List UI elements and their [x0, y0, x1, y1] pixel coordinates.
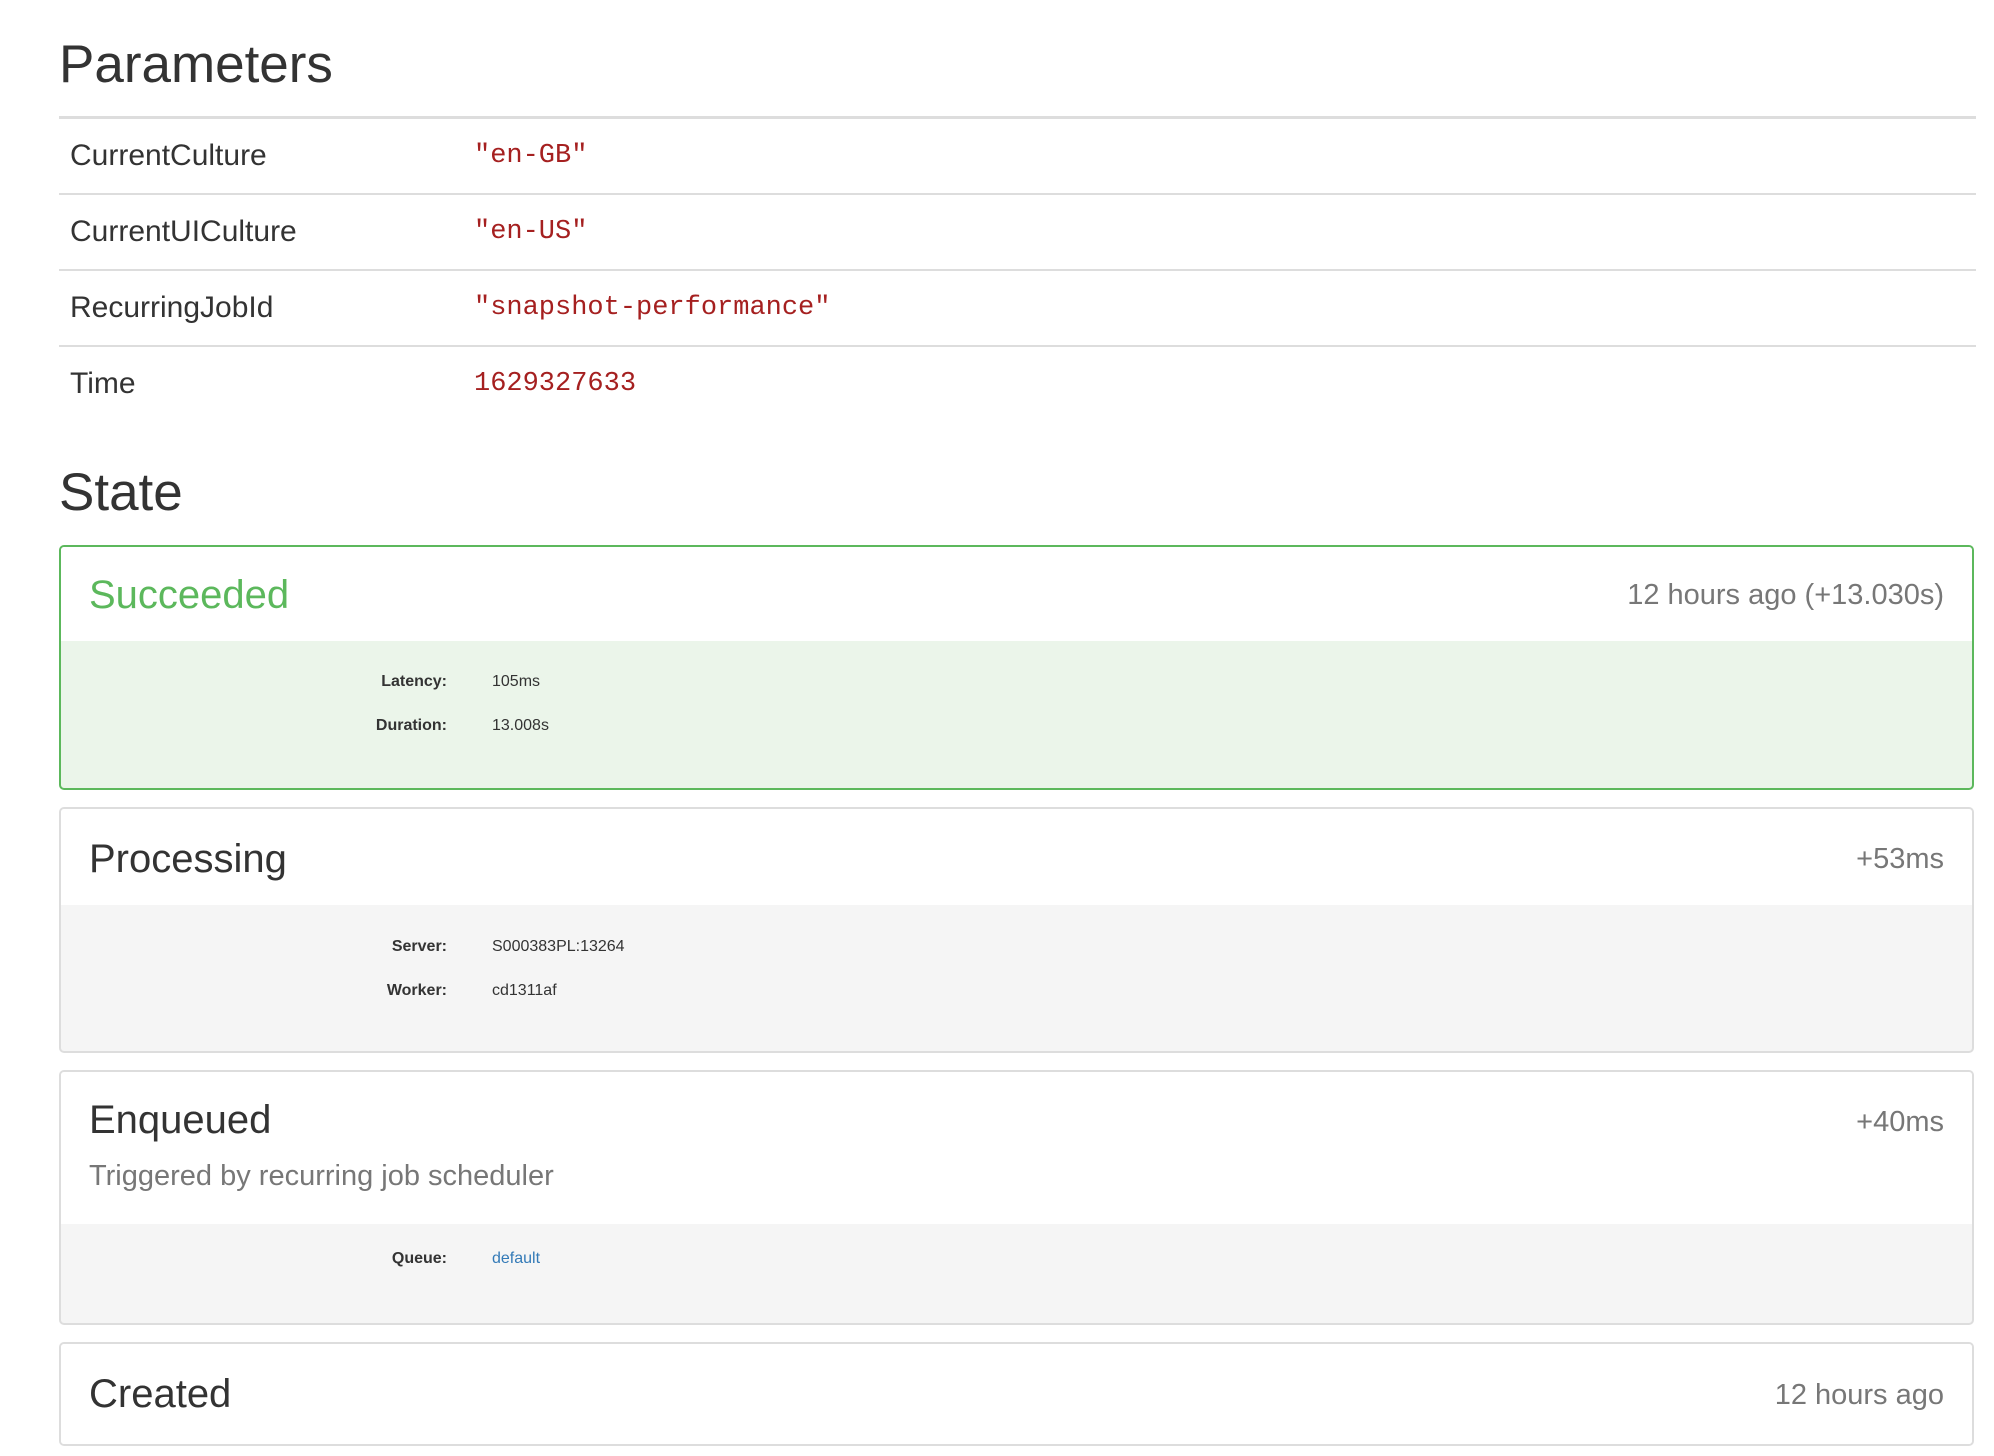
state-panel-created: Created 12 hours ago	[59, 1342, 1974, 1446]
param-name: CurrentCulture	[59, 117, 463, 195]
queue-link[interactable]: default	[492, 1250, 540, 1268]
table-row: Time 1629327633	[59, 346, 1976, 421]
state-panel-succeeded: Succeeded 12 hours ago (+13.030s) Latenc…	[59, 545, 1974, 790]
state-timestamp: +40ms	[1856, 1106, 1944, 1138]
param-value: "en-GB"	[463, 117, 1976, 195]
state-reason: Triggered by recurring job scheduler	[89, 1160, 554, 1192]
state-panel-header: Enqueued +40ms Triggered by recurring jo…	[61, 1072, 1972, 1224]
detail-value: S000383PL:13264	[492, 938, 625, 955]
state-timestamp: 12 hours ago (+13.030s)	[1627, 579, 1944, 611]
state-heading: State	[59, 463, 183, 522]
state-name: Created	[89, 1372, 232, 1416]
state-name: Processing	[89, 837, 287, 881]
detail-key: Worker:	[386, 982, 447, 999]
state-panel-header: Succeeded 12 hours ago (+13.030s)	[61, 547, 1972, 641]
detail-key: Queue:	[391, 1250, 447, 1267]
state-timestamp: 12 hours ago	[1774, 1379, 1944, 1411]
detail-value: 13.008s	[492, 717, 549, 734]
detail-value: 105ms	[492, 673, 541, 690]
table-row: RecurringJobId "snapshot-performance"	[59, 270, 1976, 347]
param-name: CurrentUICulture	[59, 194, 463, 271]
detail-value: cd1311af	[492, 982, 557, 999]
parameters-heading: Parameters	[59, 35, 333, 94]
detail-row: Duration: 13.008s	[61, 717, 1972, 762]
detail-key: Server:	[391, 938, 447, 955]
detail-key: Duration:	[375, 717, 447, 734]
table-row: CurrentUICulture "en-US"	[59, 194, 1976, 271]
state-panel-header: Created 12 hours ago	[61, 1344, 1972, 1444]
param-name: Time	[70, 367, 136, 400]
param-value: "en-US"	[463, 194, 1976, 271]
state-panel-body: Latency: 105ms Duration: 13.008s	[61, 641, 1972, 788]
detail-key: Latency:	[381, 673, 447, 690]
detail-row: Latency: 105ms	[61, 673, 1972, 718]
parameters-table: CurrentCulture "en-GB" CurrentUICulture …	[59, 116, 1976, 421]
detail-row: Server: S000383PL:13264	[61, 938, 1972, 983]
param-name: RecurringJobId	[59, 270, 463, 347]
detail-row: Queue: default	[61, 1250, 1972, 1295]
table-row: CurrentCulture "en-GB"	[59, 117, 1976, 195]
state-panel-processing: Processing +53ms Server: S000383PL:13264…	[59, 807, 1974, 1053]
state-timestamp: +53ms	[1856, 843, 1944, 875]
state-name: Enqueued	[89, 1098, 272, 1142]
state-panel-enqueued: Enqueued +40ms Triggered by recurring jo…	[59, 1070, 1974, 1325]
state-panel-header: Processing +53ms	[61, 809, 1972, 905]
param-value: "snapshot-performance"	[463, 270, 1976, 347]
param-value: 1629327633	[474, 369, 637, 399]
detail-row: Worker: cd1311af	[61, 982, 1972, 1027]
state-name: Succeeded	[89, 573, 290, 617]
